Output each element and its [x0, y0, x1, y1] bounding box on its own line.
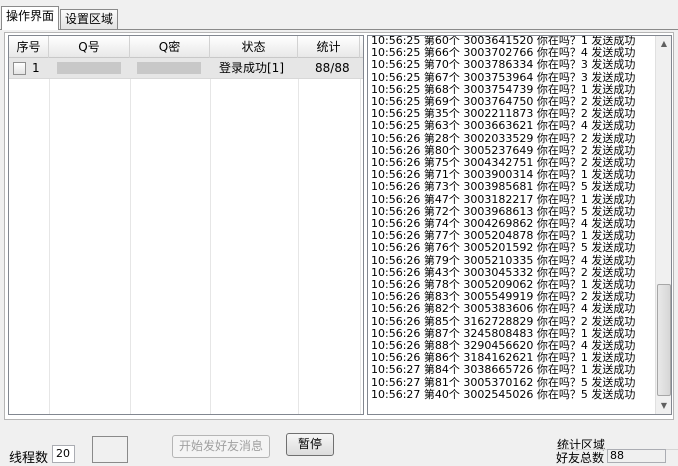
column-line [130, 58, 131, 414]
log-line: 10:56:26 第76个 3005201592 你在吗？5 发送成功 [371, 241, 636, 255]
column-line [49, 58, 50, 414]
row-checkbox[interactable] [13, 62, 26, 75]
scroll-up-icon[interactable]: ▲ [656, 36, 671, 52]
tab-bar: 操作界面 设置区域 [0, 0, 678, 30]
log-line: 10:56:26 第82个 3005383606 你在吗？4 发送成功 [371, 302, 636, 316]
pause-button[interactable]: 暂停 [286, 433, 334, 456]
col-qq-number[interactable]: Q号 [49, 36, 130, 58]
column-line [210, 58, 211, 414]
log-output[interactable]: 10:56:25 第60个 3003641520 你在吗？1 发送成功 10:56… [367, 35, 672, 415]
log-line: 10:56:25 第63个 3003663621 你在吗？4 发送成功 [371, 119, 636, 133]
log-line: 10:56:26 第28个 3002033529 你在吗？2 发送成功 [371, 131, 636, 145]
column-line [360, 58, 361, 414]
table-header: 序号 Q号 Q密 状态 统计 [9, 36, 363, 58]
thread-count-label: 线程数 [9, 451, 49, 466]
col-stats[interactable]: 统计 [298, 36, 360, 58]
thread-count-input[interactable]: 20 [52, 445, 75, 463]
table-row[interactable]: 1 登录成功[1] 88/88 [9, 58, 363, 79]
log-lines: 10:56:25 第60个 3003641520 你在吗？1 发送成功 10:56… [371, 36, 661, 401]
scroll-down-icon[interactable]: ▼ [656, 398, 671, 414]
log-line: 10:56:25 第70个 3003786334 你在吗？3 发送成功 [371, 58, 636, 72]
log-line: 10:56:27 第84个 3038665726 你在吗？1 发送成功 [371, 363, 636, 377]
friends-total-value: 88 [607, 449, 666, 463]
tab-operation[interactable]: 操作界面 [1, 6, 60, 30]
scroll-thumb[interactable] [657, 284, 671, 396]
row-index: 1 [32, 61, 40, 75]
qq-number-redacted [57, 62, 121, 74]
qq-password-redacted [137, 62, 201, 74]
blank-box [92, 436, 128, 463]
row-count: 88/88 [315, 61, 350, 75]
tab-settings-label: 设置区域 [65, 12, 114, 26]
start-send-button[interactable]: 开始发好友消息 [172, 435, 270, 458]
operation-panel: 序号 Q号 Q密 状态 统计 1 登录成功[1] 88/88 10:56:25 … [4, 32, 674, 420]
tab-divider [0, 29, 678, 30]
log-line: 10:56:25 第67个 3003753964 你在吗？3 发送成功 [371, 70, 636, 84]
col-index[interactable]: 序号 [9, 36, 49, 58]
row-status: 登录成功[1] [219, 61, 284, 75]
log-line: 10:56:26 第47个 3003182217 你在吗？1 发送成功 [371, 192, 636, 206]
log-line: 10:56:26 第73个 3003985681 你在吗？5 发送成功 [371, 180, 636, 194]
col-qq-password[interactable]: Q密 [130, 36, 210, 58]
tab-settings[interactable]: 设置区域 [60, 9, 119, 29]
friends-total-label: 好友总数 [556, 451, 605, 465]
log-line: 10:56:27 第40个 3002545026 你在吗？5 发送成功 [371, 387, 636, 401]
log-scrollbar[interactable]: ▲ ▼ [655, 36, 671, 414]
account-table: 序号 Q号 Q密 状态 统计 1 登录成功[1] 88/88 [8, 35, 364, 415]
column-line [298, 58, 299, 414]
col-status[interactable]: 状态 [210, 36, 298, 58]
tab-operation-label: 操作界面 [6, 9, 55, 23]
